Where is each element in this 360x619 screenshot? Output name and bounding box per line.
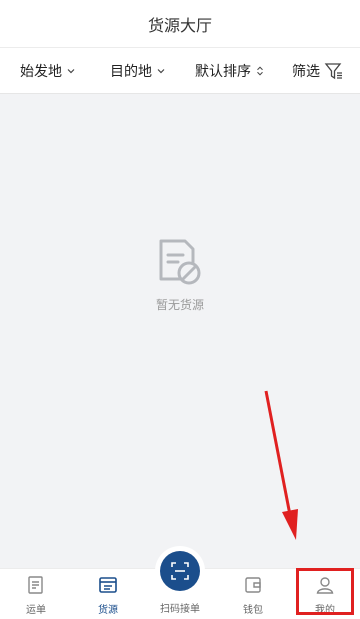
wallet-icon [245, 577, 261, 593]
sort-filter[interactable]: 默认排序 [195, 48, 265, 94]
chevron-down-icon [157, 69, 165, 74]
annotation-highlight-box [296, 568, 354, 615]
empty-state-text: 暂无货源 [155, 298, 204, 312]
tab-cargo-label: 货源 [98, 605, 118, 616]
origin-filter[interactable]: 始发地 [20, 48, 76, 94]
origin-filter-label: 始发地 [20, 64, 62, 80]
filter-bar: 始发地 目的地 默认排序 筛选 [0, 48, 360, 94]
screen-filter[interactable]: 筛选 [292, 48, 344, 94]
scan-order-label: 扫码接单 [160, 604, 200, 615]
funnel-icon [324, 63, 342, 80]
tab-cargo[interactable]: 货源 [78, 569, 138, 619]
cargo-list-area [0, 95, 360, 568]
document-forbidden-icon [159, 239, 201, 285]
screen-filter-label: 筛选 [292, 64, 320, 80]
chevron-down-icon [67, 69, 75, 74]
scan-order-button[interactable] [160, 551, 200, 591]
tab-waybill[interactable]: 运单 [6, 569, 66, 619]
sort-filter-label: 默认排序 [195, 64, 251, 80]
sort-updown-icon [257, 66, 263, 76]
page-title: 货源大厅 [147, 15, 212, 35]
cargo-icon [99, 577, 117, 593]
tab-wallet[interactable]: 钱包 [223, 569, 283, 619]
waybill-icon [28, 576, 43, 594]
destination-filter[interactable]: 目的地 [110, 48, 166, 94]
destination-filter-label: 目的地 [110, 64, 152, 80]
scan-icon [171, 562, 189, 580]
tab-waybill-label: 运单 [26, 605, 46, 616]
top-header: 货源大厅 [0, 0, 360, 48]
tab-wallet-label: 钱包 [243, 605, 263, 616]
